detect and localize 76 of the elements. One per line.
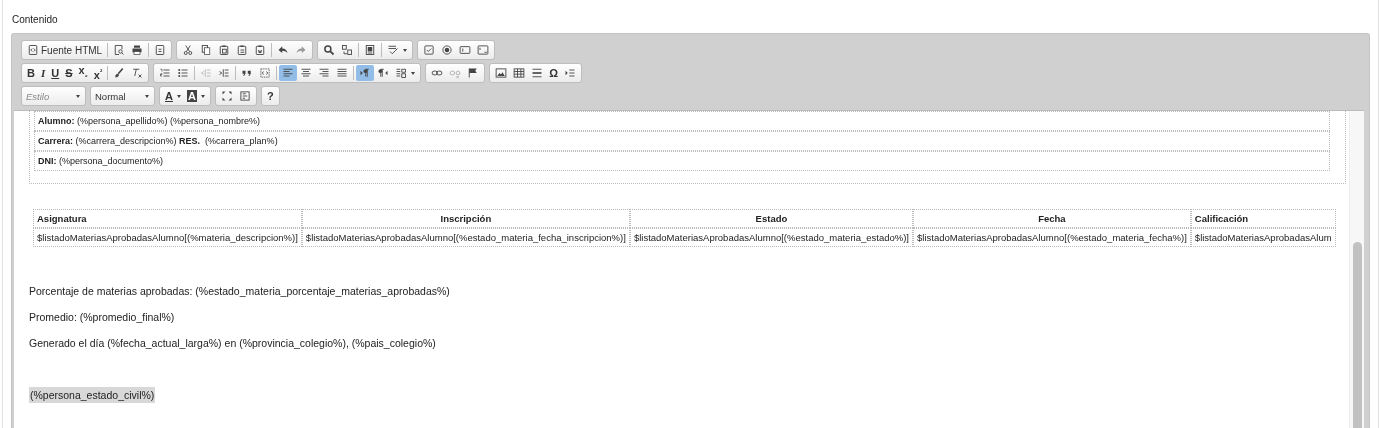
table-cell: $listadoMateriasAprobadasAlum	[1190, 228, 1336, 247]
align-left-button[interactable]	[279, 65, 298, 81]
table-cell: $listadoMateriasAprobadasAlumno[(%materia_descripcion%)]	[33, 228, 302, 247]
outdent-icon	[200, 67, 213, 79]
justify-icon	[336, 67, 349, 79]
char-button[interactable]: Ω	[546, 65, 562, 81]
page-break-icon	[564, 67, 577, 79]
numbered-list-icon	[159, 67, 172, 79]
image-icon	[495, 67, 508, 79]
italic-button[interactable]: I	[37, 65, 49, 81]
table-cell: $listadoMateriasAprobadasAlumno[(%estado_materia_fecha_inscripcion%)]	[301, 228, 630, 247]
column-header: Calificación	[1190, 209, 1336, 228]
horizontal-rule-icon	[531, 67, 544, 79]
copy-icon	[200, 44, 213, 56]
align-left-icon	[282, 67, 295, 79]
align-center-icon	[300, 67, 313, 79]
radio-icon	[441, 44, 454, 56]
pilcrow-left-icon	[377, 67, 390, 79]
document-icon	[154, 44, 167, 56]
source-button[interactable]: Fuente HTML	[24, 42, 106, 58]
indent-icon	[218, 67, 231, 79]
align-right-icon	[318, 67, 331, 79]
maximize-icon	[220, 90, 233, 102]
show-blocks-icon	[238, 90, 251, 102]
table-cell: Alumno: (%persona_apellido%) (%persona_nombre%)	[34, 111, 1330, 131]
scrollbar[interactable]	[1349, 111, 1364, 428]
ltr-button[interactable]	[356, 65, 375, 81]
background-color-button[interactable]: A	[183, 88, 208, 104]
checkbox-icon	[423, 44, 436, 56]
selected-text: (%persona_estado_civil%)	[29, 387, 156, 403]
caret-icon	[411, 71, 416, 75]
underline-button[interactable]: U	[48, 65, 63, 81]
div-container-icon	[259, 67, 272, 79]
strikethrough-button[interactable]: S	[62, 65, 76, 81]
column-header: Estado	[629, 209, 913, 228]
document-magnifier-icon	[113, 44, 126, 56]
paragraph: Porcentaje de materias aprobadas: (%estado_materia_porcentaje_materias_aprobadas%)	[29, 285, 450, 297]
select-all-icon	[364, 44, 377, 56]
char-button[interactable]: ?	[263, 88, 277, 104]
char-button[interactable]: x$_{₂}$	[75, 65, 91, 81]
caret-icon	[176, 94, 181, 98]
bullet-list-icon	[177, 67, 190, 79]
text-color-button[interactable]: A	[162, 88, 184, 104]
clipboard-icon	[254, 44, 267, 56]
scissors-icon	[182, 44, 195, 56]
text-field-icon	[459, 44, 472, 56]
link-icon	[431, 67, 444, 79]
table-cell: DNI: (%persona_documento%)	[34, 151, 1330, 171]
table-cell: $listadoMateriasAprobadasAlumno[(%estado_materia_fecha%)]	[913, 228, 1191, 247]
code-document-icon	[27, 44, 39, 56]
table-cell: $listadoMateriasAprobadasAlumno[(%estado_materia_estado%)]	[629, 228, 913, 247]
char-button[interactable]: x$^{²}$	[90, 65, 106, 81]
search-icon	[323, 44, 336, 56]
clear-format-icon	[131, 67, 144, 79]
scrollbar-thumb[interactable]	[1352, 242, 1362, 428]
caret-icon	[145, 94, 149, 98]
caret-icon	[403, 48, 408, 52]
unlink-icon	[449, 67, 462, 79]
printer-icon	[131, 44, 144, 56]
bold-button[interactable]: B	[24, 65, 38, 81]
textarea-icon	[477, 44, 490, 56]
table-icon	[513, 67, 526, 79]
style-dropdown[interactable]: Normal	[90, 86, 155, 106]
clipboard-icon	[236, 44, 249, 56]
paragraph: Generado el día (%fecha_actual_larga%) en (%provincia_colegio%), (%pais_colegio%)	[29, 337, 436, 349]
caret-icon	[200, 94, 205, 98]
caret-icon	[76, 94, 80, 98]
column-header: Fecha	[913, 209, 1191, 228]
pilcrow-right-icon	[359, 67, 372, 79]
brush-icon	[113, 67, 126, 79]
column-header: Inscripción	[301, 209, 630, 228]
column-header: Asignatura	[33, 209, 302, 228]
paragraph: Promedio: (%promedio_final%)	[29, 311, 175, 323]
field-label: Contenido	[12, 14, 59, 27]
clipboard-icon	[218, 44, 231, 56]
table-cell: Carrera: (%carrera_descripcion%) RES. (%carrera_plan%)	[34, 131, 1330, 151]
